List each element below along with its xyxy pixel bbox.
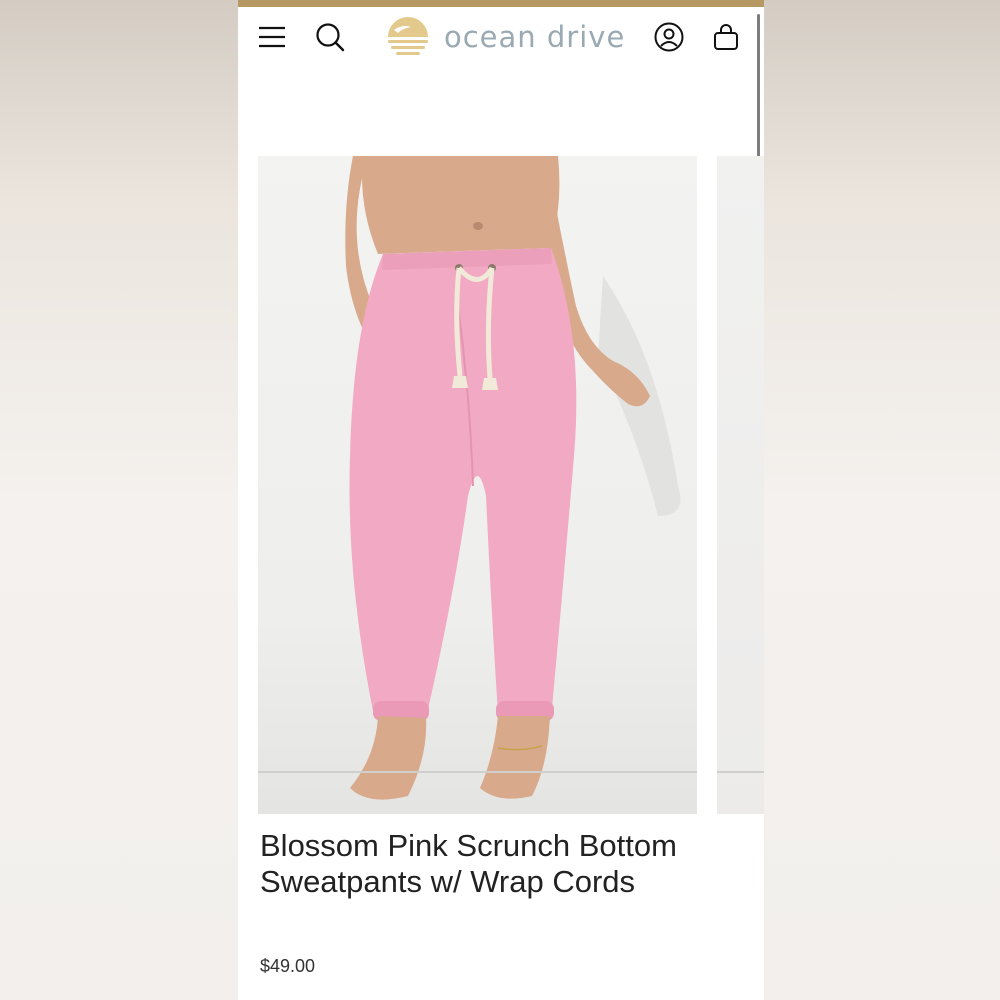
floor-line	[258, 771, 697, 773]
product-photo[interactable]	[258, 156, 697, 814]
brand-logo[interactable]: ocean drive	[382, 9, 625, 65]
search-button[interactable]	[312, 19, 348, 55]
menu-icon	[259, 26, 285, 48]
background-right-blur	[764, 0, 1000, 1000]
product-photo-illustration	[345, 156, 681, 800]
site-header: ocean drive	[238, 7, 764, 69]
search-icon	[316, 23, 345, 52]
product-price: $49.00	[260, 956, 316, 976]
mobile-page: ocean drive Blossom Pink Scrunch Bottom …	[238, 0, 764, 1000]
sun-wave-logo-icon	[388, 17, 428, 55]
product-photo-next[interactable]	[717, 156, 764, 814]
menu-button[interactable]	[254, 19, 290, 55]
brand-name: ocean drive	[444, 20, 626, 54]
product-image-carousel[interactable]	[258, 156, 764, 814]
cart-button[interactable]	[708, 19, 744, 55]
background-left-blur	[0, 0, 238, 1000]
cart-icon	[714, 24, 738, 50]
floor-line	[717, 771, 764, 773]
product-title: Blossom Pink Scrunch Bottom Sweatpants w…	[260, 828, 677, 899]
account-icon	[654, 22, 684, 52]
top-accent-strip	[238, 0, 764, 7]
account-button[interactable]	[651, 19, 687, 55]
